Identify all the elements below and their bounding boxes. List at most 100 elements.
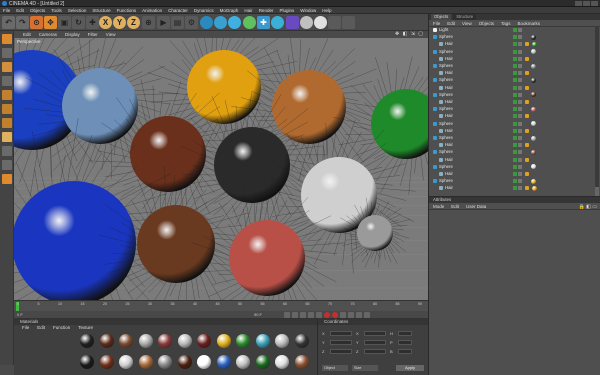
menu-item[interactable]: Help [322,8,331,13]
polygons-mode-icon[interactable] [2,118,12,128]
viewport-nav-icons[interactable]: ✥ ◧ ⇲ ▢ [395,31,424,37]
visibility-editor-dot[interactable] [513,64,517,68]
object-manager-menu-item[interactable]: Tags [501,20,511,26]
visibility-render-dot[interactable] [518,71,522,76]
viewport-menu-item[interactable]: Cameras [39,32,57,37]
object-mode-icon[interactable] [2,48,12,58]
visibility-render-dot[interactable] [518,179,522,184]
recent-tools-icon[interactable]: ✚ [86,16,99,29]
visibility-editor-dot[interactable] [513,179,517,184]
key-rotation-icon[interactable] [356,312,362,318]
object-manager-menu-item[interactable]: Edit [447,20,455,26]
menu-item[interactable]: Plugins [279,8,294,13]
hair-tag-icon[interactable] [525,128,529,133]
visibility-render-dot[interactable] [518,114,522,119]
hair-tag-icon[interactable] [525,172,529,176]
object-row[interactable]: Sphere [429,178,595,184]
menu-item[interactable]: Render [259,8,274,13]
step-forward-icon[interactable] [308,312,314,318]
visibility-render-dot[interactable] [518,92,522,97]
material-swatch[interactable] [255,355,270,369]
visibility-render-dot[interactable] [518,42,522,47]
material-swatch[interactable] [158,355,172,369]
layout-icon[interactable] [328,16,341,29]
redo-icon[interactable]: ↷ [16,16,29,29]
material-swatch[interactable] [99,334,114,348]
object-list-scrollbar[interactable] [595,27,599,196]
hair-tag-icon[interactable] [525,143,529,148]
object-row[interactable]: Hair [429,56,595,62]
close-button[interactable] [591,1,598,6]
snap-icon[interactable] [342,16,355,29]
object-row[interactable]: Hair [429,85,595,91]
object-row[interactable]: Sphere [429,149,595,155]
material-tag[interactable] [531,92,536,98]
visibility-editor-dot[interactable] [513,56,517,61]
visibility-editor-dot[interactable] [513,100,517,104]
material-swatch[interactable] [275,355,289,369]
viewport-canvas[interactable] [14,38,428,300]
material-tag[interactable] [531,121,536,127]
material-swatch[interactable] [80,334,94,348]
go-to-start-icon[interactable] [284,312,290,318]
render-view-icon[interactable]: ▶ [157,16,170,29]
menu-item[interactable]: Hair [244,8,252,13]
visibility-editor-dot[interactable] [513,172,517,176]
visibility-editor-dot[interactable] [513,71,517,76]
object-row[interactable]: Sphere [429,63,595,69]
material-swatch[interactable] [255,334,270,348]
visibility-render-dot[interactable] [518,128,522,133]
attribute-menu-item[interactable]: Edit [451,203,459,209]
visibility-render-dot[interactable] [518,64,522,68]
move-tool-icon[interactable]: ✥ [44,16,57,29]
object-row[interactable]: Hair [429,70,595,76]
hair-tag-icon[interactable] [525,186,529,191]
material-swatch[interactable] [99,355,114,369]
material-menu-item[interactable]: Function [53,325,70,331]
apply-button[interactable]: Apply [396,365,424,371]
visibility-editor-dot[interactable] [513,42,517,47]
material-swatch[interactable] [158,334,172,348]
visibility-render-dot[interactable] [518,28,522,32]
hair-tag-icon[interactable] [525,71,529,76]
menu-item[interactable]: Window [300,8,316,13]
object-row[interactable]: Sphere [429,106,595,112]
position-y-field[interactable] [330,340,352,345]
visibility-render-dot[interactable] [518,186,522,191]
hair-tag-icon[interactable] [525,85,529,90]
visibility-render-dot[interactable] [518,85,522,90]
menu-item[interactable]: Structure [92,8,110,13]
tweak-mode-icon[interactable] [2,146,12,156]
visibility-render-dot[interactable] [518,172,522,176]
attribute-menu-item[interactable]: Mode [433,203,444,209]
material-tag[interactable] [531,77,536,83]
material-swatch[interactable] [177,355,192,369]
material-tag[interactable] [531,106,536,112]
material-menu-item[interactable]: Texture [78,325,93,331]
material-swatch[interactable] [138,334,153,348]
autokey-icon[interactable] [332,312,338,318]
axis-y-button[interactable]: Y [113,16,126,29]
material-swatch[interactable] [119,334,133,348]
animation-mode-icon[interactable] [2,132,12,142]
object-row[interactable]: Light [429,27,595,33]
viewport-menu-item[interactable]: View [106,32,116,37]
hair-tag-icon[interactable] [525,56,529,61]
material-tag[interactable] [531,164,536,170]
object-row[interactable]: Sphere [429,92,595,98]
visibility-render-dot[interactable] [518,107,522,112]
visibility-editor-dot[interactable] [513,85,517,90]
material-tag[interactable] [531,149,536,155]
object-row[interactable]: Hair [429,157,595,163]
visibility-render-dot[interactable] [518,35,522,40]
nurbs-icon[interactable] [214,16,227,29]
material-menu-item[interactable]: File [22,325,29,331]
material-tag[interactable] [532,185,537,191]
axis-z-button[interactable]: Z [127,16,140,29]
visibility-editor-dot[interactable] [513,164,517,169]
menu-item[interactable]: Dynamics [194,8,214,13]
viewport-menu-item[interactable]: Display [65,32,80,37]
magnet-icon[interactable] [2,174,12,184]
timeline[interactable]: 0 5 10 15 20 25 30 35 40 45 50 55 60 65 70 75 80 85 90 [14,300,428,311]
deformer-icon[interactable] [243,16,256,29]
